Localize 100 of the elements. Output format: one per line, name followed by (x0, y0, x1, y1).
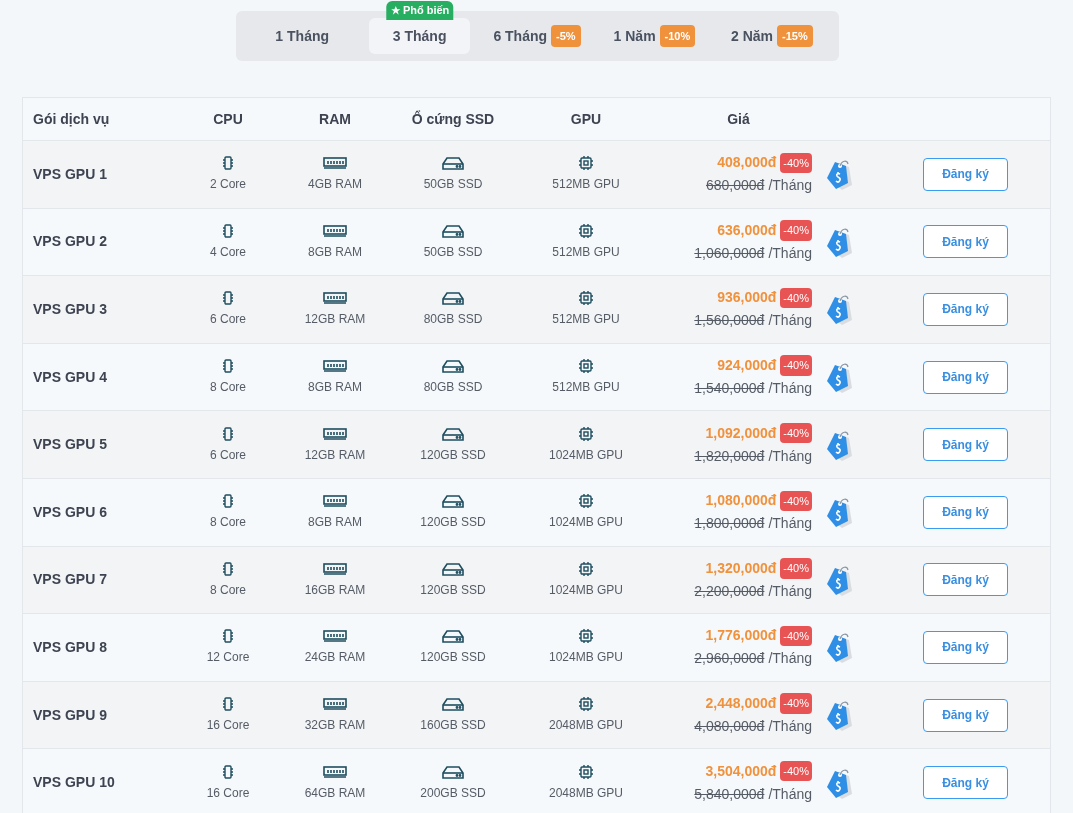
period-tab[interactable]: 6 Tháng -5% (489, 18, 585, 54)
sale-price: 936,000đ (717, 288, 777, 308)
ssd-spec: 200GB SSD (420, 784, 486, 802)
memory-icon (323, 561, 347, 576)
register-button[interactable]: Đăng ký (923, 495, 1008, 529)
cpu-icon (222, 290, 234, 307)
register-button[interactable]: Đăng ký (923, 563, 1008, 597)
price-unit: /Tháng (768, 717, 812, 737)
memory-icon (323, 223, 347, 238)
register-button[interactable]: Đăng ký (923, 698, 1008, 732)
period-tab[interactable]: 3 Tháng (368, 18, 471, 54)
cpu-spec: 16 Core (206, 717, 250, 735)
memory-icon (323, 426, 347, 441)
hard-drive-icon (442, 561, 464, 576)
price-unit: /Tháng (768, 311, 812, 331)
ssd-spec: 120GB SSD (420, 581, 486, 599)
original-price: 1,820,000đ (694, 446, 765, 466)
sale-price: 3,504,000đ (705, 761, 777, 781)
ssd-spec: 160GB SSD (420, 717, 486, 735)
cpu-icon (222, 560, 234, 577)
price-unit: /Tháng (768, 784, 812, 804)
ssd-spec: 50GB SSD (423, 176, 483, 194)
hard-drive-icon (442, 156, 464, 171)
cpu-icon (222, 696, 234, 713)
register-button[interactable]: Đăng ký (923, 360, 1008, 394)
plan-name: VPS GPU 5 (32, 435, 108, 455)
chip-icon (578, 628, 594, 645)
chip-icon (578, 290, 594, 307)
cpu-icon (222, 763, 234, 780)
gpu-spec: 1024MB GPU (548, 446, 623, 464)
ram-spec: 4GB RAM (308, 176, 362, 194)
hard-drive-icon (442, 426, 464, 441)
memory-icon (323, 156, 347, 171)
sale-price: 924,000đ (717, 356, 777, 376)
gpu-spec: 2048MB GPU (548, 717, 623, 735)
sale-price: 1,320,000đ (705, 558, 777, 578)
register-button[interactable]: Đăng ký (923, 766, 1008, 800)
original-price: 1,560,000đ (694, 311, 765, 331)
hard-drive-icon (442, 359, 464, 374)
cpu-icon (222, 628, 234, 645)
period-tab[interactable]: 1 Năm -10% (609, 18, 700, 54)
price-unit: /Tháng (768, 581, 812, 601)
original-price: 1,540,000đ (694, 379, 765, 399)
register-button[interactable]: Đăng ký (923, 428, 1008, 462)
gpu-spec: 512MB GPU (552, 311, 620, 329)
price-unit: /Tháng (768, 243, 812, 263)
register-button[interactable]: Đăng ký (923, 225, 1008, 259)
cpu-icon (222, 493, 234, 510)
ram-spec: 8GB RAM (308, 379, 362, 397)
sale-price: 2,448,000đ (705, 694, 777, 714)
gpu-spec: 1024MB GPU (548, 514, 623, 532)
memory-icon (323, 359, 347, 374)
register-button[interactable]: Đăng ký (923, 157, 1008, 191)
original-price: 2,200,000đ (694, 581, 765, 601)
popular-badge: Phổ biến (385, 1, 454, 20)
chip-icon (578, 358, 594, 375)
cpu-icon (222, 222, 234, 239)
ssd-spec: 120GB SSD (420, 649, 486, 667)
plan-name: VPS GPU 8 (32, 637, 108, 657)
discount-badge: -40% (780, 220, 812, 241)
price-unit: /Tháng (768, 649, 812, 669)
ssd-spec: 120GB SSD (420, 514, 486, 532)
chip-icon (578, 560, 594, 577)
original-price: 1,800,000đ (694, 514, 765, 534)
price-unit: /Tháng (768, 514, 812, 534)
memory-icon (323, 697, 347, 712)
price-unit: /Tháng (768, 176, 812, 196)
price-unit: /Tháng (768, 379, 812, 399)
discount-badge: -40% (780, 558, 812, 579)
hard-drive-icon (442, 494, 464, 509)
discount-badge: -5% (551, 24, 581, 48)
hard-drive-icon (442, 764, 464, 779)
discount-badge: -40% (780, 625, 812, 647)
star-icon (389, 5, 401, 16)
register-button[interactable]: Đăng ký (923, 630, 1008, 664)
sale-price: 408,000đ (717, 153, 777, 173)
hard-drive-icon (442, 697, 464, 712)
cpu-icon (222, 358, 234, 375)
register-button[interactable]: Đăng ký (923, 293, 1008, 326)
discount-badge: -40% (780, 287, 812, 309)
sale-price: 636,000đ (717, 220, 777, 240)
plan-name: VPS GPU 1 (32, 164, 108, 184)
gpu-spec: 512MB GPU (552, 176, 620, 194)
memory-icon (323, 629, 347, 644)
ssd-spec: 50GB SSD (423, 243, 483, 261)
period-tab[interactable]: 1 Tháng (251, 18, 354, 54)
discount-badge: -40% (780, 422, 812, 444)
plan-name: VPS GPU 10 (32, 773, 116, 793)
plan-name: VPS GPU 7 (32, 570, 108, 590)
column-header: RAM (318, 109, 352, 129)
memory-icon (323, 764, 347, 779)
period-tab[interactable]: 2 Năm -15% (726, 18, 817, 54)
plan-name: VPS GPU 6 (32, 502, 108, 522)
ram-spec: 32GB RAM (304, 717, 366, 735)
ram-spec: 24GB RAM (304, 649, 366, 667)
gpu-spec: 512MB GPU (552, 379, 620, 397)
plan-name: VPS GPU 3 (32, 300, 108, 319)
cpu-spec: 2 Core (210, 176, 246, 194)
cpu-spec: 16 Core (206, 784, 250, 802)
cpu-spec: 8 Core (210, 379, 246, 397)
